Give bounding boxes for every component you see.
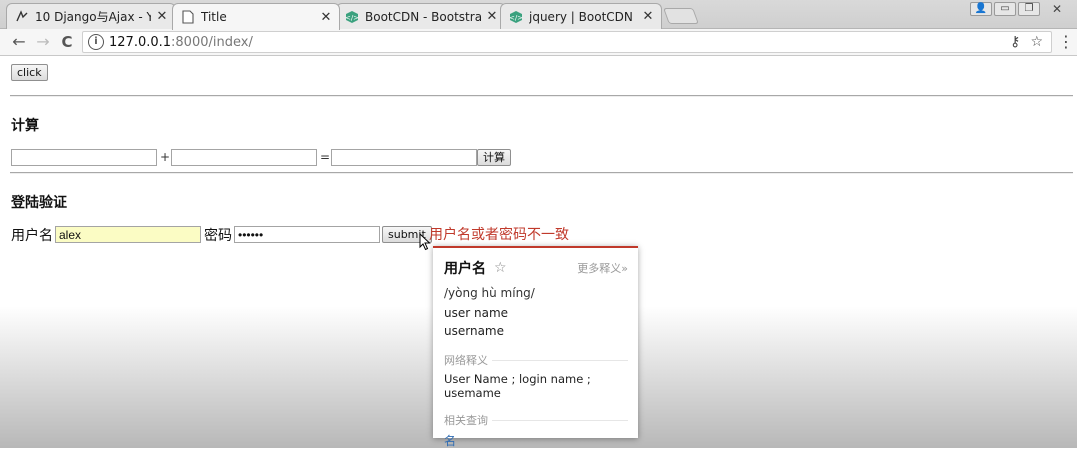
info-icon[interactable]: i <box>88 34 104 50</box>
calc-heading: 计算 <box>11 118 39 134</box>
dict-meaning: username <box>444 324 504 338</box>
calc-button[interactable]: 计算 <box>477 149 511 166</box>
tab-django-ajax[interactable]: 10 Django与Ajax - Yua ✕ <box>6 3 176 29</box>
close-icon[interactable]: ✕ <box>319 10 333 25</box>
page-icon <box>181 10 195 24</box>
favorite-star-icon[interactable]: ☆ <box>494 260 507 276</box>
related-queries-heading: 相关查询 <box>444 412 628 428</box>
equals-sign: = <box>320 150 331 164</box>
password-input[interactable] <box>234 226 380 243</box>
password-label: 密码 <box>204 228 232 244</box>
bootcdn-icon: </> <box>345 10 359 24</box>
tab-jquery-bootcdn[interactable]: </> jquery | BootCDN - Boo ✕ <box>500 3 662 29</box>
new-tab-button[interactable] <box>663 8 699 24</box>
window-close-icon[interactable]: ✕ <box>1040 2 1074 16</box>
menu-icon[interactable]: ⋮ <box>1058 33 1074 53</box>
forward-icon[interactable]: → <box>32 32 54 52</box>
more-definitions-link[interactable]: 更多释义» <box>577 260 628 276</box>
close-icon[interactable]: ✕ <box>155 9 169 24</box>
address-bar[interactable]: i 127.0.0.1 :8000/index/ ⚷ ☆ <box>82 31 1052 53</box>
dict-meaning: user name <box>444 306 509 320</box>
login-heading: 登陆验证 <box>11 195 67 211</box>
username-input[interactable] <box>55 226 201 243</box>
mouse-cursor-icon <box>419 233 431 251</box>
profile-icon[interactable]: 👤 <box>970 2 992 16</box>
close-icon[interactable]: ✕ <box>641 9 655 24</box>
url-path: :8000/index/ <box>171 34 253 50</box>
plus-sign: + <box>160 150 171 164</box>
click-button[interactable]: click <box>11 64 48 81</box>
calc-input-a[interactable] <box>11 149 157 166</box>
related-query-link[interactable]: 名 <box>444 432 628 449</box>
minimize-icon[interactable]: ▭ <box>994 2 1016 16</box>
svg-text:</>: </> <box>345 14 359 22</box>
bootcdn-icon: </> <box>509 10 523 24</box>
browser-toolbar: ← → C i 127.0.0.1 :8000/index/ ⚷ ☆ ⋮ <box>0 29 1077 56</box>
url-host: 127.0.0.1 <box>109 34 172 50</box>
web-definition: User Name ; login name ; usemame <box>444 372 591 400</box>
dict-word: 用户名 <box>444 261 486 277</box>
tab-label: jquery | BootCDN - Boo <box>529 9 637 24</box>
dictionary-popup: 用户名 ☆ 更多释义» /yòng hù míng/ user name use… <box>433 246 638 448</box>
username-label: 用户名 <box>11 228 53 244</box>
restore-icon[interactable]: ❐ <box>1018 2 1040 16</box>
divider <box>10 95 1073 97</box>
back-icon[interactable]: ← <box>8 32 30 52</box>
close-icon[interactable]: ✕ <box>485 9 499 24</box>
login-error-message: 用户名或者密码不一致 <box>429 227 569 243</box>
video-icon <box>15 9 29 24</box>
window-controls: 👤 ▭ ❐ <box>970 2 1040 18</box>
tab-strip: 10 Django与Ajax - Yua ✕ Title ✕ </> BootC… <box>0 0 1077 30</box>
tab-label: Title <box>201 10 227 24</box>
bookmark-star-icon[interactable]: ☆ <box>1030 34 1043 50</box>
svg-text:</>: </> <box>509 14 523 22</box>
reload-icon[interactable]: C <box>56 32 78 52</box>
divider <box>10 172 1073 174</box>
page-content: click 计算 + = 计算 登陆验证 用户名 密码 submit 用户名或者… <box>0 56 1077 448</box>
tab-title[interactable]: Title ✕ <box>172 3 340 30</box>
web-definitions-heading: 网络释义 <box>444 352 628 368</box>
calc-input-b[interactable] <box>171 149 317 166</box>
tab-bootcdn-bootstrap[interactable]: </> BootCDN - Bootstrap 中 ✕ <box>336 3 506 29</box>
calc-result-input[interactable] <box>331 149 477 166</box>
key-icon[interactable]: ⚷ <box>1010 34 1020 50</box>
dict-pinyin: /yòng hù míng/ <box>444 286 535 300</box>
tab-label: 10 Django与Ajax - Yua <box>35 10 151 24</box>
tab-label: BootCDN - Bootstrap 中 <box>365 10 481 24</box>
